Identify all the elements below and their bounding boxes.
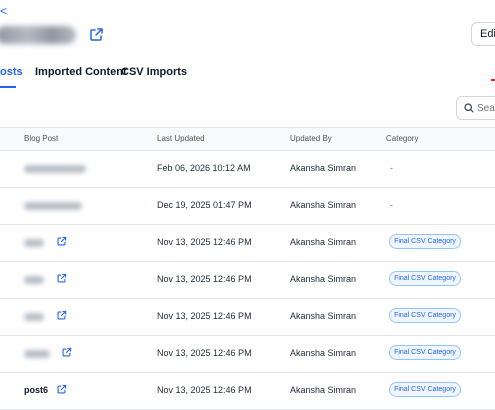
table-row[interactable]: Nov 13, 2025 12:46 PM Akansha Simran Fin…	[0, 261, 495, 299]
table-header: Blog Post Last Updated Updated By Catego…	[0, 127, 495, 151]
external-link-icon[interactable]	[88, 27, 104, 43]
table-row[interactable]: post6 Nov 13, 2025 12:46 PM Akansha Simr…	[0, 372, 495, 410]
last-updated-cell: Feb 06, 2026 10:12 AM	[157, 163, 251, 173]
column-header-updated-by[interactable]: Updated By	[290, 134, 332, 143]
tab-csv-imports[interactable]: CSV Imports	[121, 66, 187, 78]
category-badge: Final CSV Category	[389, 234, 461, 249]
search-icon	[464, 103, 474, 113]
tab-imported-content[interactable]: Imported Content	[35, 66, 127, 78]
category-badge: Final CSV Category	[389, 345, 461, 360]
updated-by-cell: Akansha Simran	[290, 311, 357, 321]
redacted-post-title[interactable]	[24, 202, 82, 210]
category-cell: -	[390, 200, 393, 210]
updated-by-cell: Akansha Simran	[290, 163, 357, 173]
redacted-title	[0, 26, 76, 44]
external-link-icon[interactable]	[56, 384, 67, 395]
table-row[interactable]: Nov 13, 2025 12:46 PM Akansha Simran Fin…	[0, 335, 495, 373]
search-box[interactable]	[456, 96, 495, 120]
tabs: osts Imported Content CSV Imports	[0, 66, 495, 88]
page-title	[0, 22, 104, 48]
updated-by-cell: Akansha Simran	[290, 385, 357, 395]
external-link-icon[interactable]	[56, 273, 67, 284]
red-marker	[491, 79, 495, 81]
last-updated-cell: Nov 13, 2025 12:46 PM	[157, 385, 252, 395]
column-header-last-updated[interactable]: Last Updated	[157, 134, 205, 143]
updated-by-cell: Akansha Simran	[290, 348, 357, 358]
updated-by-cell: Akansha Simran	[290, 200, 357, 210]
tab-posts[interactable]: osts	[0, 66, 23, 78]
table-row[interactable]: Nov 13, 2025 12:46 PM Akansha Simran Fin…	[0, 298, 495, 336]
column-header-blog-post[interactable]: Blog Post	[24, 134, 58, 143]
table-row[interactable]: Nov 13, 2025 12:46 PM Akansha Simran Fin…	[0, 224, 495, 262]
back-link[interactable]: <	[0, 4, 7, 18]
last-updated-cell: Nov 13, 2025 12:46 PM	[157, 311, 252, 321]
external-link-icon[interactable]	[56, 236, 67, 247]
category-badge: Final CSV Category	[389, 382, 461, 397]
redacted-post-title[interactable]	[24, 276, 44, 284]
category-badge: Final CSV Category	[389, 308, 461, 323]
updated-by-cell: Akansha Simran	[290, 237, 357, 247]
category-badge: Final CSV Category	[389, 271, 461, 286]
external-link-icon[interactable]	[56, 310, 67, 321]
last-updated-cell: Dec 19, 2025 01:47 PM	[157, 200, 252, 210]
redacted-post-title[interactable]	[24, 239, 44, 247]
category-cell: -	[390, 163, 393, 173]
last-updated-cell: Nov 13, 2025 12:46 PM	[157, 274, 252, 284]
updated-by-cell: Akansha Simran	[290, 274, 357, 284]
table-row[interactable]: Dec 19, 2025 01:47 PM Akansha Simran -	[0, 187, 495, 225]
edit-button[interactable]: Edit	[471, 22, 495, 46]
redacted-post-title[interactable]	[24, 313, 44, 321]
external-link-icon[interactable]	[61, 347, 72, 358]
redacted-post-title[interactable]	[24, 350, 50, 358]
post-title-link[interactable]: post6	[24, 385, 48, 395]
last-updated-cell: Nov 13, 2025 12:46 PM	[157, 237, 252, 247]
last-updated-cell: Nov 13, 2025 12:46 PM	[157, 348, 252, 358]
active-tab-indicator	[0, 86, 16, 88]
search-input[interactable]	[474, 102, 495, 114]
table-row[interactable]: Feb 06, 2026 10:12 AM Akansha Simran -	[0, 150, 495, 188]
column-header-category[interactable]: Category	[386, 134, 418, 143]
redacted-post-title[interactable]	[24, 165, 86, 173]
